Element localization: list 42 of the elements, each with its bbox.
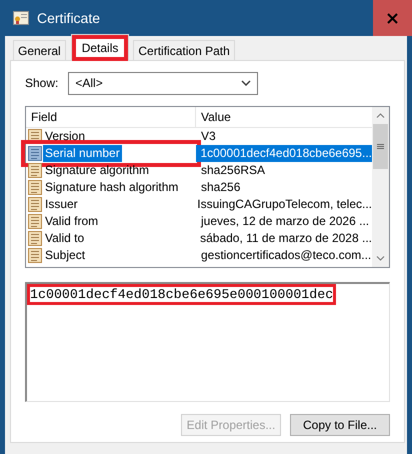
column-header[interactable]: Value (196, 107, 231, 127)
column-header[interactable]: Field (26, 107, 196, 127)
field-name[interactable]: Serial number (43, 145, 122, 162)
tab[interactable]: General (13, 40, 66, 60)
field-name[interactable]: Subject (43, 247, 88, 264)
field-value[interactable]: 1c00001decf4ed018cbe6e695... (196, 145, 372, 162)
value-text-box[interactable]: 1c00001decf4ed018cbe6e695e000100001dec (25, 282, 390, 402)
field-value[interactable]: V3 (196, 128, 372, 145)
document-icon (28, 231, 42, 246)
field-name[interactable]: Valid to (43, 230, 86, 247)
document-icon (28, 248, 42, 263)
tab[interactable]: Certification Path (133, 40, 235, 60)
window-title: Certificate (37, 10, 100, 26)
field-value[interactable]: sha256 (196, 179, 372, 196)
document-icon (28, 180, 42, 195)
serial-number-text: 1c00001decf4ed018cbe6e695e000100001dec (27, 284, 336, 305)
document-icon (28, 146, 42, 161)
field-value[interactable]: jueves, 12 de marzo de 2026 ... (196, 213, 372, 230)
copy-to-file-button[interactable]: Copy to File... (290, 414, 390, 436)
certificate-icon (13, 11, 29, 25)
scrollbar[interactable] (372, 107, 389, 267)
field-value[interactable]: sábado, 11 de marzo de 2028 ... (195, 230, 372, 247)
field-name[interactable]: Signature hash algorithm (43, 179, 180, 196)
close-button[interactable] (373, 0, 412, 36)
scroll-up-icon[interactable] (376, 113, 385, 118)
field-name[interactable]: Issuer (43, 196, 80, 213)
scroll-down-icon[interactable] (376, 256, 385, 261)
field-value[interactable]: IssuingCAGrupoTelecom, telec... (192, 196, 372, 213)
document-icon (28, 214, 42, 229)
document-icon (28, 163, 42, 178)
document-icon (28, 197, 42, 212)
field-name[interactable]: Valid from (43, 213, 100, 230)
tab[interactable]: Details (70, 34, 130, 61)
field-value[interactable]: sha256RSA (196, 162, 372, 179)
grip-icon (377, 144, 384, 149)
chevron-down-icon (241, 80, 252, 86)
field-value[interactable]: gestioncertificados@teco.com... (196, 247, 372, 264)
close-icon (387, 12, 398, 24)
show-dropdown[interactable]: <All> (68, 72, 258, 94)
field-name[interactable]: Version (43, 128, 88, 145)
field-name[interactable]: Signature algorithm (43, 162, 152, 179)
show-label: Show: (25, 76, 58, 90)
